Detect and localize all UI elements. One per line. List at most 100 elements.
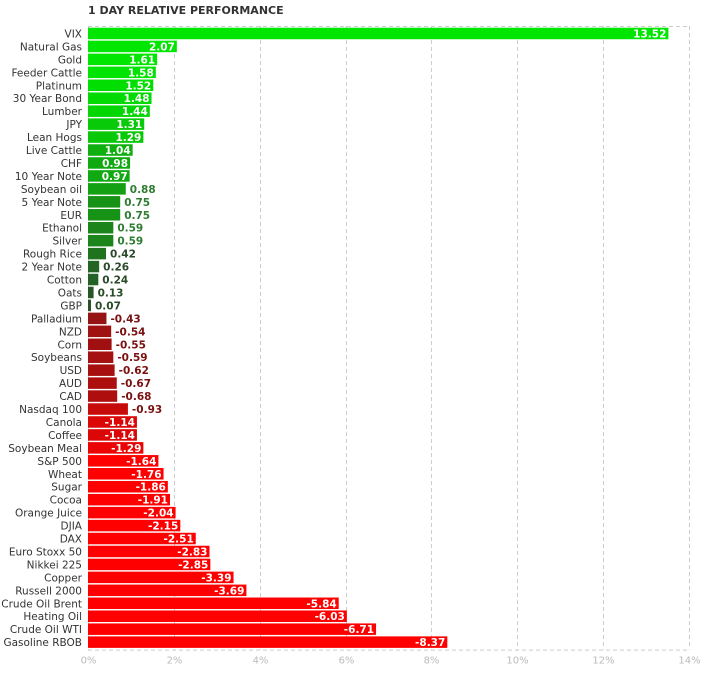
value-label: 2.07 xyxy=(149,41,175,53)
bar xyxy=(88,610,347,622)
category-label: VIX xyxy=(65,28,82,40)
value-label: -0.55 xyxy=(116,339,146,351)
value-label: 1.04 xyxy=(105,145,131,157)
value-label: 1.44 xyxy=(122,106,148,118)
category-label: Russell 2000 xyxy=(15,585,82,597)
value-label: 1.31 xyxy=(116,119,142,131)
value-label: 0.98 xyxy=(102,158,128,170)
category-label: S&P 500 xyxy=(37,456,82,468)
x-tick-label: 12% xyxy=(592,656,614,667)
category-label: Wheat xyxy=(48,469,82,481)
category-label: DAX xyxy=(60,534,82,546)
value-label: -1.64 xyxy=(126,456,156,468)
x-tick-label: 4% xyxy=(253,656,269,667)
category-label: Oats xyxy=(58,287,82,299)
category-label: Crude Oil WTI xyxy=(10,624,82,636)
category-label: Silver xyxy=(53,236,83,248)
bar xyxy=(88,260,100,273)
value-label: 0.75 xyxy=(124,210,150,222)
value-label: -2.83 xyxy=(177,546,207,558)
value-label: 0.88 xyxy=(130,184,156,196)
value-label: 0.07 xyxy=(95,300,121,312)
category-label: Lumber xyxy=(42,106,83,118)
bar xyxy=(88,377,117,389)
value-label: -6.71 xyxy=(344,624,374,636)
bar xyxy=(88,209,121,221)
category-label: 10 Year Note xyxy=(15,171,82,183)
value-label: 0.75 xyxy=(124,197,150,209)
value-label: -0.62 xyxy=(119,365,149,377)
value-label: -0.67 xyxy=(121,378,151,390)
value-label: -1.91 xyxy=(138,495,168,507)
category-label: Feeder Cattle xyxy=(11,67,82,79)
category-label: USD xyxy=(60,365,82,377)
x-tick-label: 10% xyxy=(506,656,528,667)
category-label: NZD xyxy=(59,326,82,338)
category-label: JPY xyxy=(65,119,82,131)
value-label: 1.29 xyxy=(115,132,141,144)
value-label: -0.93 xyxy=(132,404,162,416)
category-label: Cocoa xyxy=(50,495,82,507)
value-label: -2.85 xyxy=(178,559,208,571)
value-label: 1.61 xyxy=(129,54,155,66)
category-label: Copper xyxy=(44,572,83,584)
category-label: Ethanol xyxy=(42,223,82,235)
value-label: -2.51 xyxy=(163,534,193,546)
category-label: Cotton xyxy=(47,275,82,287)
value-label: 0.59 xyxy=(117,236,143,248)
category-label: EUR xyxy=(60,210,82,222)
category-label: Crude Oil Brent xyxy=(1,598,82,610)
category-label: 30 Year Bond xyxy=(13,93,82,105)
value-label: -6.03 xyxy=(315,611,345,623)
bar xyxy=(88,299,92,312)
category-label: Natural Gas xyxy=(20,41,82,53)
bar xyxy=(88,597,339,610)
value-label: -1.76 xyxy=(131,469,161,481)
value-label: 0.97 xyxy=(102,171,128,183)
value-label: 0.59 xyxy=(117,223,143,235)
bar xyxy=(88,221,114,234)
x-tick-label: 6% xyxy=(339,656,355,667)
bar xyxy=(88,636,448,648)
value-label: -1.14 xyxy=(105,417,135,429)
value-label: 1.58 xyxy=(128,67,154,79)
value-label: 1.52 xyxy=(125,80,151,92)
value-label: -1.29 xyxy=(111,443,141,455)
category-label: Sugar xyxy=(51,482,82,494)
category-label: 2 Year Note xyxy=(22,262,82,274)
category-label: Soybean oil xyxy=(21,184,82,196)
x-tick-label: 2% xyxy=(167,656,183,667)
category-label: Lean Hogs xyxy=(27,132,82,144)
category-label: Soybeans xyxy=(31,352,82,364)
value-label: -0.54 xyxy=(115,326,145,338)
value-label: -0.68 xyxy=(121,391,151,403)
category-label: Nikkei 225 xyxy=(27,559,82,571)
category-label: CAD xyxy=(59,391,82,403)
bar xyxy=(88,183,126,195)
x-axis-ticks: 0% 2% 4% 6% 8% 10% 12% 14% xyxy=(81,656,701,667)
category-label: Corn xyxy=(57,339,82,351)
value-label: -8.37 xyxy=(415,637,445,649)
category-label: CHF xyxy=(61,158,82,170)
value-label: -3.69 xyxy=(214,585,244,597)
category-label: DJIA xyxy=(61,521,83,533)
bar xyxy=(88,351,114,363)
category-label: Heating Oil xyxy=(23,611,82,623)
bar xyxy=(88,390,118,402)
bar xyxy=(88,325,112,338)
bar xyxy=(88,286,94,299)
value-label: -5.84 xyxy=(306,598,336,610)
category-label: Orange Juice xyxy=(15,508,82,520)
category-label: AUD xyxy=(59,378,82,390)
bar xyxy=(88,247,107,260)
category-label: 5 Year Note xyxy=(22,197,82,209)
bar xyxy=(88,27,669,40)
bar xyxy=(88,364,115,376)
category-label: Live Cattle xyxy=(26,145,82,157)
category-label: Euro Stoxx 50 xyxy=(9,546,82,558)
value-label: -0.59 xyxy=(117,352,147,364)
value-label: 13.52 xyxy=(633,28,666,40)
bar-chart: VIX 13.52 Natural Gas 2.07 Gold 1.61 Feeder Ca… xyxy=(1,26,701,667)
bar xyxy=(88,196,121,208)
category-label: Coffee xyxy=(48,430,82,442)
